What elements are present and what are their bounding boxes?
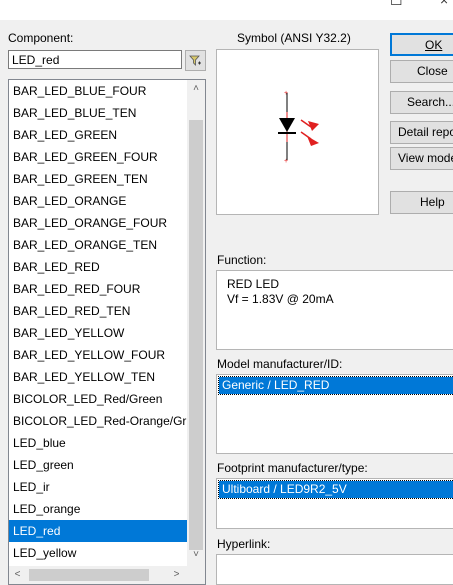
close-button-label: Close (417, 64, 448, 78)
component-list-item[interactable]: BAR_LED_ORANGE (9, 190, 187, 212)
function-panel: RED LED Vf = 1.83V @ 20mA (216, 270, 453, 350)
close-window-icon[interactable]: × (440, 0, 448, 8)
component-list-items: BAR_LED_BLUE_FOUR BAR_LED_BLUE_TEN BAR_LED… (9, 80, 187, 564)
component-list-item[interactable]: LED_blue (9, 432, 187, 454)
component-list-item[interactable]: BAR_LED_GREEN_TEN (9, 168, 187, 190)
model-label: Model manufacturer/ID: (217, 357, 343, 371)
component-list-item[interactable]: BAR_LED_GREEN (9, 124, 187, 146)
function-text: RED LED Vf = 1.83V @ 20mA (227, 277, 334, 306)
help-button[interactable]: Help (390, 191, 453, 214)
view-model-label: View model (398, 151, 453, 165)
detail-report-button[interactable]: Detail report (390, 121, 453, 144)
model-selected-item[interactable]: Generic / LED_RED (218, 376, 453, 395)
component-label: Component: (8, 31, 74, 45)
led-symbol-icon: + + (278, 90, 319, 165)
scroll-down-icon[interactable]: ˅ (187, 546, 205, 563)
symbol-label: Symbol (ANSI Y32.2) (237, 31, 351, 45)
component-list-item[interactable]: BAR_LED_RED_TEN (9, 300, 187, 322)
component-list-item[interactable]: BAR_LED_RED (9, 256, 187, 278)
component-list-item[interactable]: BAR_LED_BLUE_FOUR (9, 80, 187, 102)
scroll-left-icon[interactable]: < (9, 566, 26, 584)
component-list-item[interactable]: LED_green (9, 454, 187, 476)
component-list-item[interactable]: BAR_LED_BLUE_TEN (9, 102, 187, 124)
component-list-item[interactable]: LED_orange (9, 498, 187, 520)
component-list-item[interactable]: BAR_LED_YELLOW_TEN (9, 366, 187, 388)
search-button[interactable]: Search... (390, 91, 453, 114)
component-list-item[interactable]: BAR_LED_YELLOW (9, 322, 187, 344)
scroll-right-icon[interactable]: > (168, 566, 185, 584)
view-model-button[interactable]: View model (390, 147, 453, 170)
maximize-icon[interactable]: ☐ (390, 0, 403, 9)
component-list-item[interactable]: BICOLOR_LED_Red/Green (9, 388, 187, 410)
vertical-scrollbar[interactable]: ˄ ˅ (187, 80, 205, 566)
component-list-item[interactable]: LED_red (9, 520, 187, 542)
component-list-item[interactable]: BAR_LED_ORANGE_TEN (9, 234, 187, 256)
hscroll-thumb[interactable] (29, 569, 149, 581)
filter-icon (189, 55, 201, 66)
hyperlink-label: Hyperlink: (217, 537, 271, 551)
component-list-item[interactable]: BAR_LED_RED_FOUR (9, 278, 187, 300)
component-input[interactable]: LED_red (8, 50, 182, 69)
component-list-item[interactable]: BAR_LED_ORANGE_FOUR (9, 212, 187, 234)
model-list[interactable]: Generic / LED_RED (216, 374, 453, 454)
detail-report-label: Detail report (398, 125, 453, 139)
ok-button[interactable]: OK (390, 33, 453, 56)
symbol-preview: + + (216, 49, 379, 215)
footprint-selected-item[interactable]: Ultiboard / LED9R2_5V (218, 480, 453, 499)
close-button[interactable]: Close (390, 60, 453, 83)
svg-text:+: + (284, 90, 288, 97)
ok-button-label: OK (425, 38, 443, 52)
horizontal-scrollbar[interactable]: < > (9, 566, 205, 584)
help-button-label: Help (420, 195, 445, 209)
component-list-item[interactable]: BAR_LED_GREEN_FOUR (9, 146, 187, 168)
filter-button[interactable] (185, 50, 206, 71)
search-button-label: Search... (407, 95, 453, 109)
scroll-up-icon[interactable]: ˄ (187, 80, 205, 97)
scroll-thumb[interactable] (189, 120, 203, 550)
component-list-item[interactable]: LED_ir (9, 476, 187, 498)
footprint-label: Footprint manufacturer/type: (217, 461, 368, 475)
svg-text:+: + (284, 158, 288, 165)
function-label: Function: (217, 253, 267, 267)
footprint-list[interactable]: Ultiboard / LED9R2_5V (216, 478, 453, 529)
component-list-item[interactable]: BICOLOR_LED_Red-Orange/Gr (9, 410, 187, 432)
component-list[interactable]: BAR_LED_BLUE_FOUR BAR_LED_BLUE_TEN BAR_LED… (8, 79, 206, 585)
title-bar: ☐ × (0, 0, 453, 20)
hyperlink-field[interactable] (216, 554, 453, 585)
component-list-item[interactable]: LED_yellow (9, 542, 187, 564)
component-list-item[interactable]: BAR_LED_YELLOW_FOUR (9, 344, 187, 366)
